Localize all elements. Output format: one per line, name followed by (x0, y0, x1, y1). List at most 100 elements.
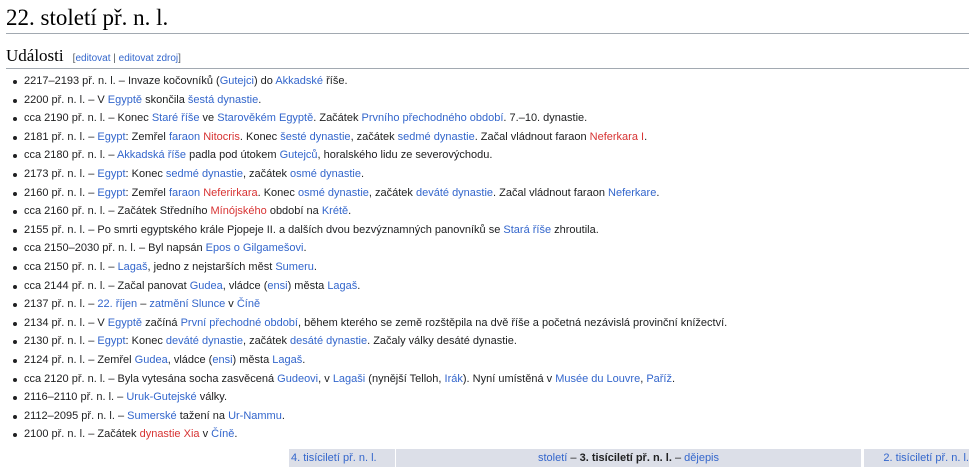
redlink[interactable]: Neferirkara (203, 187, 257, 199)
event-item: 2124 př. n. l. – Zemřel Gudea, vládce (e… (12, 351, 727, 370)
event-text: , začátek (242, 335, 291, 348)
event-text: začíná (142, 316, 181, 329)
wiki-link[interactable]: Gudea (190, 280, 223, 292)
redlink[interactable]: Nitocris (203, 131, 240, 143)
history-link[interactable]: dějepis (684, 452, 719, 464)
centuries-link[interactable]: století (538, 452, 567, 464)
event-text: ) města (287, 279, 328, 292)
wiki-link[interactable]: ensi (212, 354, 232, 366)
wiki-link[interactable]: osmé dynastie (290, 168, 361, 180)
event-text: . Konec (257, 186, 298, 199)
wiki-link[interactable]: Lagaš (272, 354, 302, 366)
wiki-link[interactable]: osmé dynastie (298, 187, 369, 199)
wiki-link[interactable]: Neferkare (608, 187, 656, 199)
wiki-link[interactable]: Lagaš (118, 261, 148, 273)
wiki-link[interactable]: Egypt (97, 131, 125, 143)
event-item: cca 2160 př. n. l. – Začátek Středního M… (12, 202, 727, 221)
wiki-link[interactable]: Egypt (97, 335, 125, 347)
redlink[interactable]: dynastie Xia (140, 428, 200, 440)
edit-source-link[interactable]: editovat zdroj (119, 53, 178, 64)
event-text: . (672, 372, 676, 385)
wiki-link[interactable]: desáté dynastie (290, 335, 367, 347)
wiki-link[interactable]: zatmění Slunce (149, 298, 225, 310)
event-item: 2181 př. n. l. – Egypt: Zemřel faraon Ni… (12, 128, 727, 147)
event-text: cca 2150 př. n. l. – (24, 260, 118, 273)
wiki-link[interactable]: Stará říše (503, 224, 551, 236)
wiki-link[interactable]: Číně (211, 428, 234, 440)
events-list: 2217–2193 př. n. l. – Invaze kočovníků (… (12, 72, 727, 444)
event-text: 2217–2193 př. n. l. – Invaze kočovníků ( (24, 75, 220, 87)
event-text: 2137 př. n. l. – (24, 298, 98, 311)
wiki-link[interactable]: Číně (237, 298, 260, 310)
wiki-link[interactable]: šestá dynastie (188, 94, 258, 106)
wiki-link[interactable]: Gutejců (280, 149, 318, 161)
event-text: cca 2144 př. n. l. – Začal panovat (24, 279, 190, 292)
event-text: , horalského lidu ze severovýchodu. (317, 149, 493, 162)
wiki-link[interactable]: Krétě (322, 205, 348, 217)
wiki-link[interactable]: Sumerské (127, 410, 177, 422)
wiki-link[interactable]: ensi (267, 280, 287, 292)
navbox-next: 2. tisíciletí př. n. l. (864, 449, 969, 467)
wiki-link[interactable]: Egyptě (108, 317, 142, 329)
wiki-link[interactable]: Egyptě (108, 94, 142, 106)
wiki-link[interactable]: Gutejci (220, 75, 254, 87)
next-millennium-link[interactable]: 2. tisíciletí př. n. l. (883, 452, 969, 464)
wiki-link[interactable]: Sumeru (275, 261, 314, 273)
wiki-link[interactable]: šesté dynastie (280, 131, 350, 143)
event-text: : Konec (125, 167, 166, 180)
wiki-link[interactable]: Irák (445, 373, 463, 385)
wiki-link[interactable]: Epos o Gilgamešovi (206, 242, 304, 254)
event-text: – (137, 298, 150, 311)
wiki-link[interactable]: Prvního přechodného období (362, 112, 504, 124)
redlink[interactable]: Neferkara I (590, 131, 644, 143)
event-item: 2137 př. n. l. – 22. říjen – zatmění Slu… (12, 295, 727, 314)
event-text: skončila (142, 93, 188, 106)
prev-millennium-link[interactable]: 4. tisíciletí př. n. l. (291, 452, 377, 464)
wiki-link[interactable]: faraon (169, 131, 200, 143)
section-title: Události (6, 46, 64, 65)
wiki-link[interactable]: Lagaši (333, 373, 365, 385)
wiki-link[interactable]: sedmé dynastie (398, 131, 475, 143)
event-item: 2217–2193 př. n. l. – Invaze kočovníků (… (12, 72, 727, 91)
event-text: 2200 př. n. l. – V (24, 93, 108, 106)
wiki-link[interactable]: Egypt (97, 187, 125, 199)
event-item: cca 2144 př. n. l. – Začal panovat Gudea… (12, 277, 727, 296)
event-text: 2112–2095 př. n. l. – (24, 409, 128, 422)
wiki-link[interactable]: deváté dynastie (416, 187, 493, 199)
wiki-link[interactable]: První přechodné období (181, 317, 298, 329)
event-text: . Začal vládnout faraon (493, 186, 609, 199)
event-text: . (302, 353, 306, 366)
wiki-link[interactable]: 22. říjen (97, 298, 137, 310)
navbox-center: století – 3. tisíciletí př. n. l. – děje… (396, 449, 861, 467)
wiki-link[interactable]: Lagaš (327, 280, 357, 292)
wiki-link[interactable]: Gudea (135, 354, 168, 366)
wiki-link[interactable]: Akkadské (275, 75, 323, 87)
event-text: cca 2120 př. n. l. – Byla vytesána socha… (24, 372, 278, 385)
edit-section-links: [editovat | editovat zdroj] (73, 53, 181, 64)
wiki-link[interactable]: Egypt (97, 168, 125, 180)
page-title: 22. století př. n. l. (6, 5, 169, 30)
event-text: . (281, 409, 285, 422)
wiki-link[interactable]: Starověkém Egyptě (217, 112, 313, 124)
event-text: . 7.–10. dynastie. (503, 112, 588, 125)
event-text: cca 2160 př. n. l. – Začátek Středního (24, 205, 211, 218)
event-item: cca 2190 př. n. l. – Konec Staré říše ve… (12, 109, 727, 128)
event-text: , vládce ( (222, 279, 268, 292)
wiki-link[interactable]: Staré říše (152, 112, 200, 124)
wiki-link[interactable]: deváté dynastie (166, 335, 243, 347)
wiki-link[interactable]: Akkadská říše (117, 149, 186, 161)
redlink[interactable]: Mínójského (211, 205, 267, 217)
wiki-link[interactable]: faraon (169, 187, 200, 199)
event-text: cca 2150–2030 př. n. l. – Byl napsán (24, 242, 206, 255)
event-text: . (313, 260, 317, 273)
wiki-link[interactable]: Gudeovi (277, 373, 318, 385)
edit-link[interactable]: editovat (75, 53, 110, 64)
event-text: říše. (323, 75, 348, 87)
event-item: 2100 př. n. l. – Začátek dynastie Xia v … (12, 425, 727, 444)
wiki-link[interactable]: sedmé dynastie (166, 168, 243, 180)
wiki-link[interactable]: Uruk-Gutejské (126, 391, 196, 403)
wiki-link[interactable]: Musée du Louvre (555, 373, 640, 385)
event-text: : Zemřel (125, 186, 169, 199)
wiki-link[interactable]: Ur-Nammu (228, 410, 282, 422)
wiki-link[interactable]: Paříž (646, 373, 672, 385)
